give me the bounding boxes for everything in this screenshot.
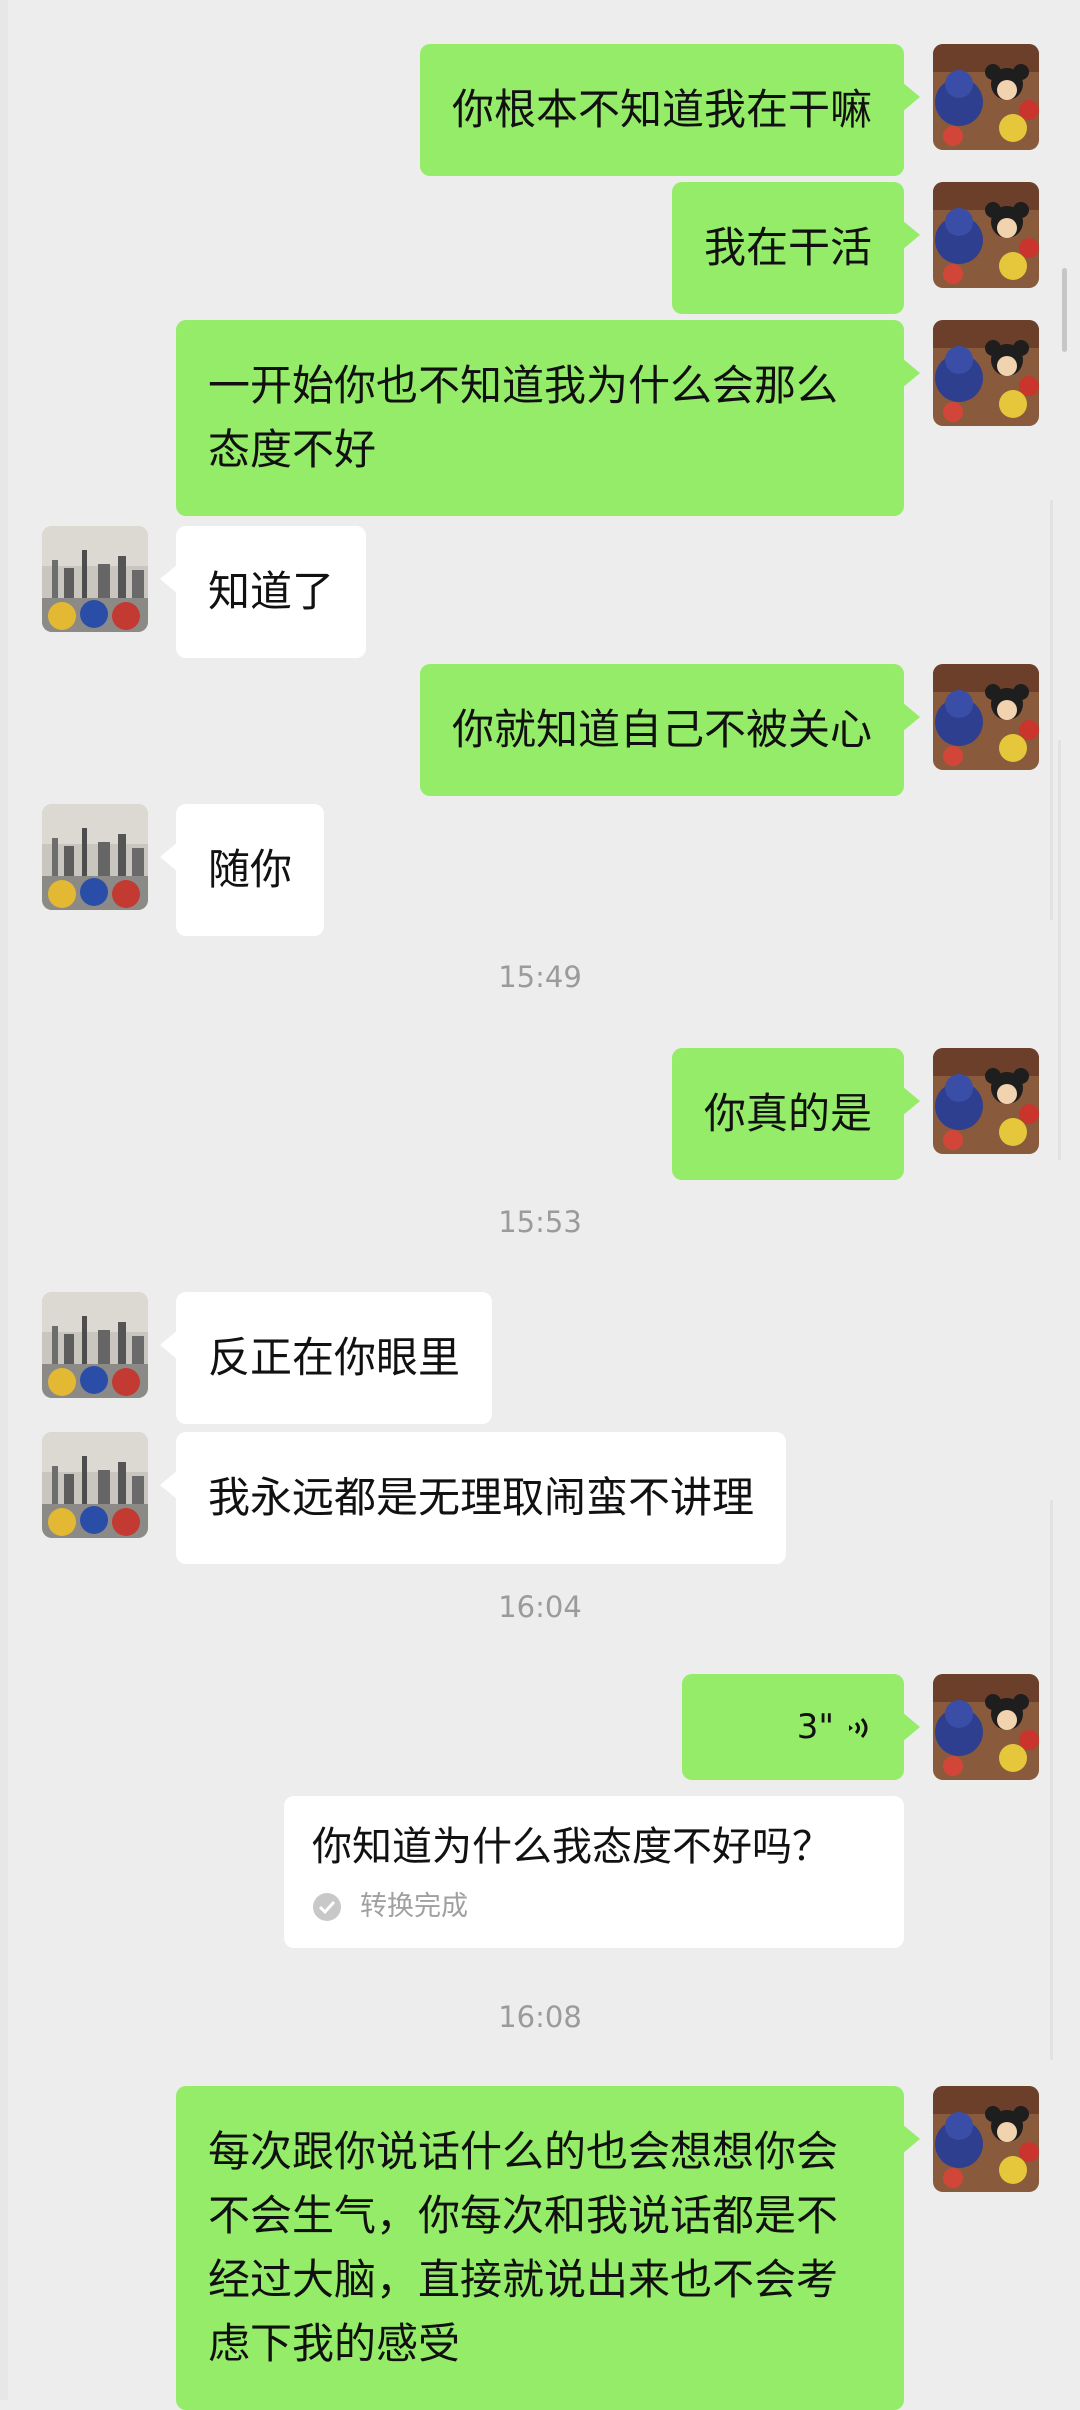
message-line: 不会生气，你每次和我说话都是不 [208, 2191, 839, 2240]
transcript-row: 你知道为什么我态度不好吗？ 转换完成 [0, 1796, 1080, 1948]
timestamp: 15:53 [498, 1205, 582, 1239]
message-line: 每次跟你说话什么的也会想想你会 [208, 2127, 839, 2176]
transcript-status-label: 转换完成 [360, 1891, 468, 1922]
chat-area[interactable]: 你根本不知道我在干嘛 我在干活 一开始你也不知道我为什么会那么 态度不好 知道了… [0, 0, 1080, 2410]
plush-toys-avatar-icon [933, 1674, 1039, 1780]
city-skyline-plush-avatar-icon [42, 804, 148, 910]
message-bubble-other[interactable]: 随你 [159, 804, 325, 936]
self-avatar[interactable] [933, 2086, 1039, 2192]
other-avatar[interactable] [42, 1292, 148, 1398]
message-row: 我在干活 [0, 182, 1080, 314]
self-avatar[interactable] [933, 1048, 1039, 1154]
message-bubble-self[interactable]: 你根本不知道我在干嘛 [419, 44, 921, 176]
transcript-text: 你知道为什么我态度不好吗？ [312, 1824, 832, 1870]
plush-toys-avatar-icon [933, 664, 1039, 770]
plush-toys-avatar-icon [933, 2086, 1039, 2192]
message-row: 知道了 [0, 526, 1080, 658]
self-avatar[interactable] [933, 1674, 1039, 1780]
voice-message-bubble[interactable]: 3" [682, 1674, 920, 1780]
message-line: 一开始你也不知道我为什么会那么 [208, 361, 839, 410]
voice-transcript-card[interactable]: 你知道为什么我态度不好吗？ 转换完成 [284, 1796, 904, 1948]
edge-line [1058, 740, 1061, 1160]
message-row: 你真的是 [0, 1048, 1080, 1180]
message-row: 反正在你眼里 [0, 1292, 1080, 1424]
message-bubble-other[interactable]: 知道了 [159, 526, 367, 658]
message-bubble-self[interactable]: 你真的是 [671, 1048, 921, 1180]
timestamp: 16:04 [498, 1590, 582, 1624]
check-circle-icon [313, 1893, 341, 1921]
timestamp: 15:49 [498, 960, 582, 994]
self-avatar[interactable] [933, 44, 1039, 150]
plush-toys-avatar-icon [933, 44, 1039, 150]
message-line: 态度不好 [208, 425, 377, 474]
message-row: 一开始你也不知道我为什么会那么 态度不好 [0, 320, 1080, 516]
voice-wave-icon [849, 1718, 868, 1738]
self-avatar[interactable] [933, 320, 1039, 426]
edge-line [1050, 1500, 1053, 2060]
self-avatar[interactable] [933, 664, 1039, 770]
other-avatar[interactable] [42, 804, 148, 910]
message-row: 我永远都是无理取闹蛮不讲理 [0, 1432, 1080, 1564]
message-row: 你根本不知道我在干嘛 [0, 44, 1080, 176]
plush-toys-avatar-icon [933, 182, 1039, 288]
other-avatar[interactable] [42, 526, 148, 632]
message-bubble-other[interactable]: 反正在你眼里 [159, 1292, 493, 1424]
self-avatar[interactable] [933, 182, 1039, 288]
plush-toys-avatar-icon [933, 1048, 1039, 1154]
message-row: 3" [0, 1674, 1080, 1780]
message-bubble-self[interactable]: 你就知道自己不被关心 [419, 664, 921, 796]
message-bubble-self[interactable]: 我在干活 [671, 182, 921, 314]
timestamp: 16:08 [498, 2000, 582, 2034]
city-skyline-plush-avatar-icon [42, 526, 148, 632]
city-skyline-plush-avatar-icon [42, 1292, 148, 1398]
message-row: 随你 [0, 804, 1080, 936]
plush-toys-avatar-icon [933, 320, 1039, 426]
message-row: 每次跟你说话什么的也会想想你会 不会生气，你每次和我说话都是不 经过大脑，直接就… [0, 2086, 1080, 2410]
edge-line [1050, 500, 1053, 920]
other-avatar[interactable] [42, 1432, 148, 1538]
message-line: 虑下我的感受 [208, 2319, 461, 2368]
message-bubble-other[interactable]: 我永远都是无理取闹蛮不讲理 [159, 1432, 787, 1564]
city-skyline-plush-avatar-icon [42, 1432, 148, 1538]
voice-duration: 3" [796, 1707, 834, 1747]
message-line: 经过大脑，直接就说出来也不会考 [208, 2255, 839, 2304]
scrollbar-thumb[interactable] [1062, 268, 1067, 352]
message-bubble-self[interactable]: 一开始你也不知道我为什么会那么 态度不好 [176, 320, 920, 516]
message-bubble-self[interactable]: 每次跟你说话什么的也会想想你会 不会生气，你每次和我说话都是不 经过大脑，直接就… [176, 2086, 920, 2410]
message-row: 你就知道自己不被关心 [0, 664, 1080, 796]
